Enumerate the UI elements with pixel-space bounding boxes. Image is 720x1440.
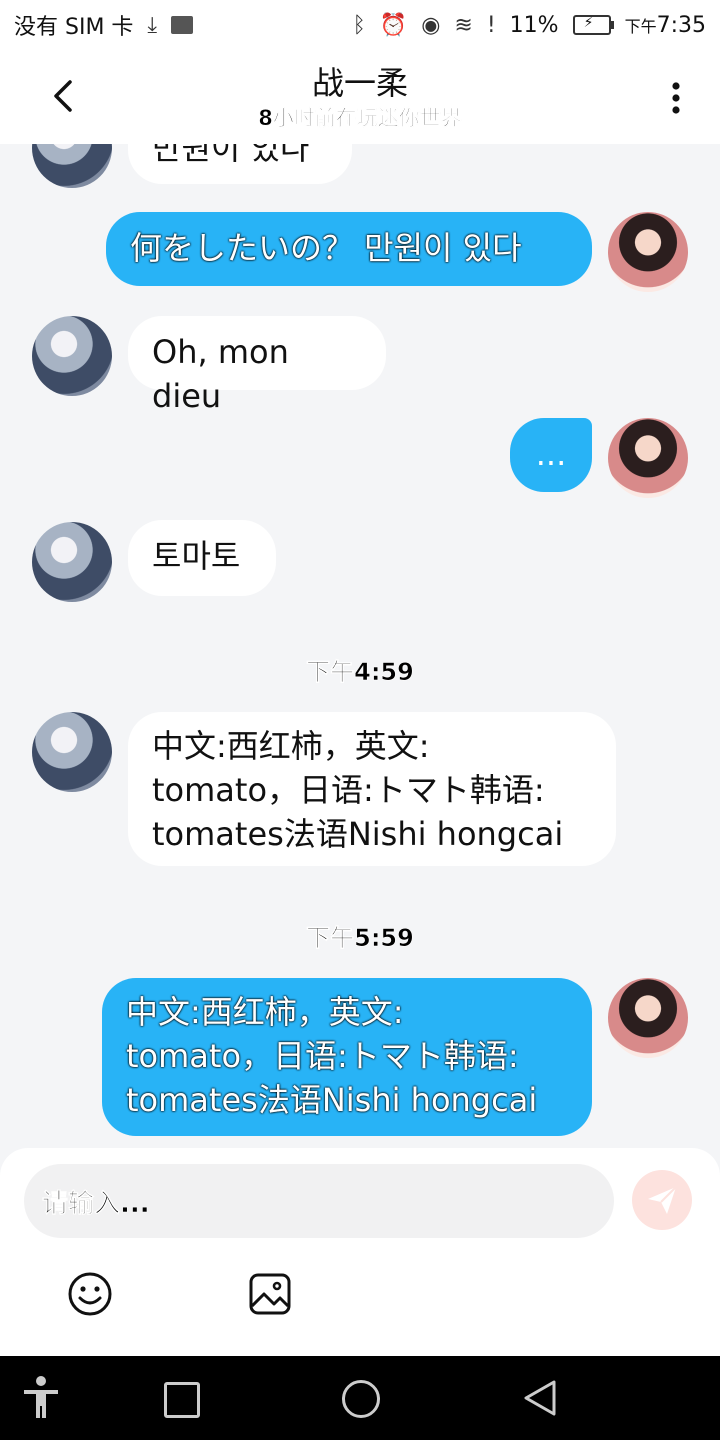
emoji-icon[interactable] xyxy=(66,1270,114,1318)
carrier-text: 没有 SIM 卡 xyxy=(14,15,134,40)
more-vertical-icon[interactable] xyxy=(662,78,690,118)
message-bubble-incoming[interactable]: 토마토 xyxy=(128,520,276,596)
back-triangle-icon[interactable] xyxy=(522,1378,558,1418)
status-right: ᛒ ⏰ ◉ ≋ ! 11% ⚡ 下午7:35 xyxy=(353,13,706,38)
message-list[interactable]: 만원이 있다 何をしたいの？ 만원이 있다 Oh, mon dieu ... 토… xyxy=(0,144,720,1148)
bluetooth-icon: ᛒ xyxy=(352,12,366,38)
user-avatar[interactable] xyxy=(608,212,688,292)
message-bubble-outgoing[interactable]: 中文:西红柿，英文: tomato，日语:トマト韩语: tomates法语Nis… xyxy=(102,978,592,1136)
message-bubble-incoming[interactable]: Oh, mon dieu xyxy=(128,316,386,415)
alarm-icon: ⏰ xyxy=(379,12,408,38)
message-bubble-outgoing[interactable]: ... xyxy=(510,418,592,492)
contact-avatar[interactable] xyxy=(32,144,112,188)
battery-percent: 11% xyxy=(509,12,559,38)
timestamp: 下午4:59 xyxy=(306,658,414,687)
eye-icon: ◉ xyxy=(421,12,441,38)
message-bubble-incoming[interactable]: 만원이 있다 xyxy=(128,144,352,184)
gallery-icon xyxy=(171,16,194,34)
download-icon: ⤓ xyxy=(147,12,158,38)
send-button[interactable] xyxy=(632,1170,692,1230)
alert-icon: ! xyxy=(486,12,496,38)
recents-icon[interactable] xyxy=(164,1382,200,1418)
accessibility-icon[interactable] xyxy=(20,1374,62,1422)
system-nav-bar xyxy=(0,1356,720,1440)
time-prefix: 下午 xyxy=(624,16,657,36)
image-icon[interactable] xyxy=(246,1270,294,1318)
message-bubble-outgoing[interactable]: 何をしたいの？ 만원이 있다 xyxy=(106,212,592,286)
contact-status: 8小时前在玩迷你世界 xyxy=(258,106,462,131)
chat-header: 战一柔 8小时前在玩迷你世界 xyxy=(0,50,720,144)
timestamp: 下午5:59 xyxy=(306,924,414,953)
message-input-placeholder: 请输入... xyxy=(42,1188,150,1219)
contact-name: 战一柔 xyxy=(311,64,408,102)
status-bar: 没有 SIM 卡 ⤓ ᛒ ⏰ ◉ ≋ ! 11% ⚡ 下午7:35 xyxy=(0,0,720,50)
send-icon xyxy=(648,1186,677,1214)
user-avatar[interactable] xyxy=(608,978,688,1058)
home-icon[interactable] xyxy=(342,1380,380,1418)
contact-avatar[interactable] xyxy=(32,712,112,792)
user-avatar[interactable] xyxy=(608,418,688,498)
message-input[interactable]: 请输入... xyxy=(24,1164,614,1238)
contact-avatar[interactable] xyxy=(32,316,112,396)
message-bubble-incoming[interactable]: 中文:西红柿，英文: tomato，日语:トマト韩语: tomates法语Nis… xyxy=(128,712,616,866)
input-panel: 请输入... xyxy=(0,1148,720,1356)
wifi-icon: ≋ xyxy=(454,12,473,38)
clock-time: 7:35 xyxy=(656,12,706,38)
contact-avatar[interactable] xyxy=(32,522,112,602)
battery-icon: ⚡ xyxy=(572,15,614,35)
status-left: 没有 SIM 卡 ⤓ xyxy=(14,9,194,41)
